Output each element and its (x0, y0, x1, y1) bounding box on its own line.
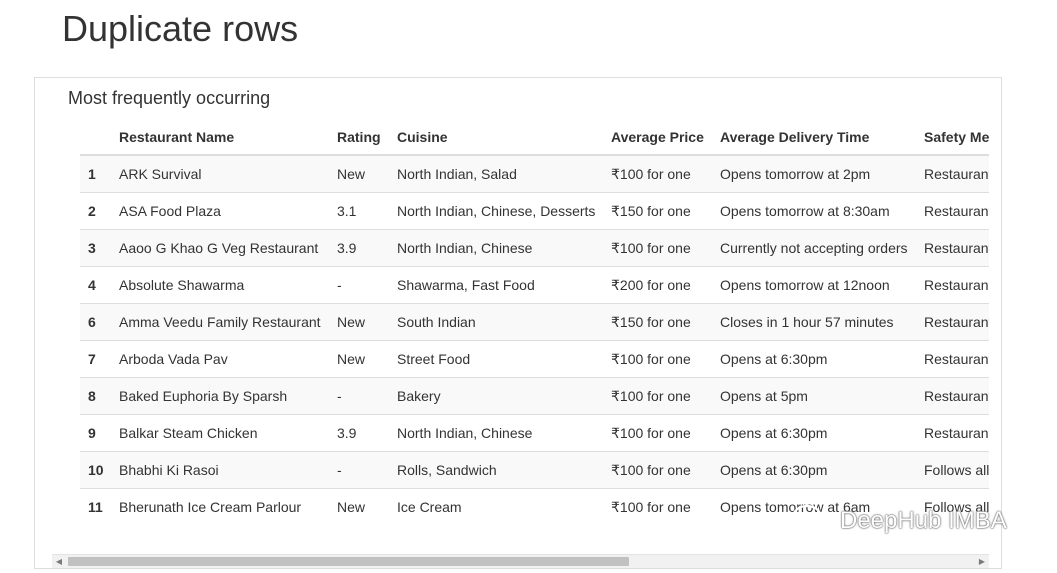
table-cell: Restaurant (916, 414, 989, 452)
table-cell: Rolls, Sandwich (389, 451, 603, 489)
panel-subtitle: Most frequently occurring (68, 88, 271, 108)
table-cell: ASA Food Plaza (111, 192, 329, 230)
table-cell: Absolute Shawarma (111, 266, 329, 304)
table-cell: Restaurant (916, 192, 989, 230)
table-row: 6 Amma Veedu Family Restaurant New South In… (80, 303, 989, 341)
table-cell: - (329, 451, 389, 489)
table-cell: ₹150 for one (603, 303, 712, 341)
row-index: 8 (80, 377, 111, 415)
row-index: 10 (80, 451, 111, 489)
table-cell: Closes in 1 hour 57 minutes (712, 303, 916, 341)
table-cell: Arboda Vada Pav (111, 340, 329, 378)
table-cell: Opens at 6:30pm (712, 414, 916, 452)
table-row: 2 ASA Food Plaza 3.1 North Indian, Chinese,… (80, 192, 989, 230)
table-cell: Shawarma, Fast Food (389, 266, 603, 304)
column-header[interactable]: Safety Me (916, 120, 989, 156)
table-row: 7 Arboda Vada Pav New Street Food ₹100 for o… (80, 340, 989, 378)
table-cell: New (329, 340, 389, 378)
table-cell: Opens tomorrow at 2pm (712, 154, 916, 193)
table-cell: North Indian, Chinese (389, 229, 603, 267)
table-body: 1 ARK Survival New North Indian, Salad ₹100 … (80, 154, 989, 525)
table-cell: Opens tomorrow at 12noon (712, 266, 916, 304)
table-cell: New (329, 154, 389, 193)
table-cell: Restaurant (916, 154, 989, 193)
table-cell: 3.9 (329, 414, 389, 452)
table-cell: ₹100 for one (603, 340, 712, 378)
scroll-right-arrow-icon[interactable]: ▶ (975, 555, 989, 568)
column-header[interactable]: Average Price (603, 120, 712, 156)
table-cell: ₹100 for one (603, 451, 712, 489)
column-header[interactable]: Cuisine (389, 120, 603, 156)
table-cell: North Indian, Salad (389, 154, 603, 193)
table-row: 1 ARK Survival New North Indian, Salad ₹100 … (80, 154, 989, 193)
column-header[interactable]: Average Delivery Time (712, 120, 916, 156)
duplicate-rows-table: Restaurant Name Rating Cuisine Average Pric… (80, 120, 989, 525)
table-cell: Restaurant (916, 340, 989, 378)
table-cell: New (329, 488, 389, 525)
table-cell: Bherunath Ice Cream Parlour (111, 488, 329, 525)
table-cell: ₹100 for one (603, 377, 712, 415)
table-row: 10 Bhabhi Ki Rasoi - Rolls, Sandwich ₹100 fo… (80, 451, 989, 489)
column-header[interactable]: Rating (329, 120, 389, 156)
scrollbar-thumb[interactable] (68, 557, 629, 566)
row-index: 11 (80, 488, 111, 525)
table-cell: ARK Survival (111, 154, 329, 193)
table-row: 8 Baked Euphoria By Sparsh - Bakery ₹100 for… (80, 377, 989, 415)
row-index: 7 (80, 340, 111, 378)
column-header[interactable]: Restaurant Name (111, 120, 329, 156)
table-row: 9 Balkar Steam Chicken 3.9 North Indian, Ch… (80, 414, 989, 452)
table-cell: Opens tomorrow at 8:30am (712, 192, 916, 230)
table-cell: Amma Veedu Family Restaurant (111, 303, 329, 341)
table-cell: North Indian, Chinese, Desserts (389, 192, 603, 230)
row-index: 4 (80, 266, 111, 304)
table-cell: Restaurant (916, 266, 989, 304)
table-viewport[interactable]: Restaurant Name Rating Cuisine Average Pric… (80, 120, 989, 552)
wechat-icon (791, 504, 833, 536)
row-index: 9 (80, 414, 111, 452)
table-row: 3 Aaoo G Khao G Veg Restaurant 3.9 North In… (80, 229, 989, 267)
table-cell: ₹100 for one (603, 229, 712, 267)
table-cell: Street Food (389, 340, 603, 378)
table-cell: Balkar Steam Chicken (111, 414, 329, 452)
scroll-left-arrow-icon[interactable]: ◀ (52, 555, 66, 568)
table-cell: Baked Euphoria By Sparsh (111, 377, 329, 415)
watermark-text: DeepHub IMBA (840, 507, 1007, 534)
table-cell: Currently not accepting orders (712, 229, 916, 267)
table-cell: ₹150 for one (603, 192, 712, 230)
table-cell: 3.1 (329, 192, 389, 230)
table-cell: Bakery (389, 377, 603, 415)
column-header-index[interactable] (80, 120, 111, 156)
table-cell: ₹100 for one (603, 154, 712, 193)
table-cell: ₹200 for one (603, 266, 712, 304)
table-cell: 3.9 (329, 229, 389, 267)
table-cell: - (329, 266, 389, 304)
table-cell: Follows all (916, 451, 989, 489)
table-header-row: Restaurant Name Rating Cuisine Average Pric… (80, 120, 989, 156)
results-panel: Most frequently occurring Restaurant Nam… (34, 77, 1002, 569)
table-cell: Opens at 5pm (712, 377, 916, 415)
table-cell: ₹100 for one (603, 488, 712, 525)
row-index: 6 (80, 303, 111, 341)
table-cell: Opens at 6:30pm (712, 340, 916, 378)
page-title: Duplicate rows (62, 8, 299, 49)
horizontal-scrollbar[interactable]: ◀ ▶ (52, 554, 989, 568)
table-cell: Restaurant (916, 377, 989, 415)
table-cell: Ice Cream (389, 488, 603, 525)
table-cell: - (329, 377, 389, 415)
table-row: 4 Absolute Shawarma - Shawarma, Fast Food ₹2… (80, 266, 989, 304)
row-index: 3 (80, 229, 111, 267)
table-cell: Aaoo G Khao G Veg Restaurant (111, 229, 329, 267)
table-cell: Bhabhi Ki Rasoi (111, 451, 329, 489)
row-index: 1 (80, 154, 111, 193)
table-cell: Restaurant (916, 229, 989, 267)
table-cell: South Indian (389, 303, 603, 341)
table-cell: Opens at 6:30pm (712, 451, 916, 489)
table-cell: New (329, 303, 389, 341)
watermark: DeepHub IMBA (790, 504, 1007, 538)
table-cell: ₹100 for one (603, 414, 712, 452)
table-cell: North Indian, Chinese (389, 414, 603, 452)
row-index: 2 (80, 192, 111, 230)
table-cell: Restaurant (916, 303, 989, 341)
